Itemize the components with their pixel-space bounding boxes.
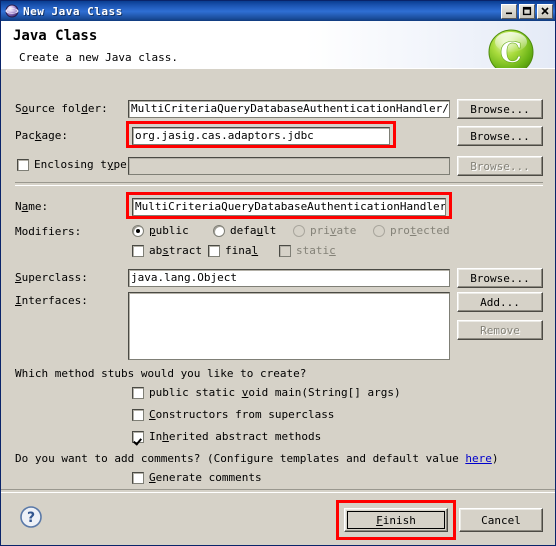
cancel-button[interactable]: Cancel <box>459 508 543 532</box>
configure-templates-link[interactable]: here <box>465 452 492 465</box>
svg-text:C: C <box>500 36 522 69</box>
interfaces-add-button[interactable]: Add... <box>457 292 543 312</box>
modifier-checkbox-static: static <box>279 244 336 257</box>
interfaces-add-label: Add... <box>480 295 520 309</box>
help-question-icon[interactable]: ? <box>19 505 43 529</box>
enclosing-type-browse-button: Browse... <box>457 156 543 176</box>
superclass-label: Superclass: <box>15 271 88 284</box>
interfaces-list[interactable] <box>128 292 450 360</box>
package-input[interactable]: org.jasig.cas.adaptors.jdbc <box>132 127 390 145</box>
final-checkbox[interactable] <box>208 244 220 257</box>
stub-option-inherited[interactable]: Inherited abstract methods <box>132 430 321 443</box>
modifier-radio-default[interactable]: default <box>213 224 276 237</box>
source-folder-browse-button[interactable]: Browse... <box>457 99 543 119</box>
finish-label: Finish <box>376 513 416 527</box>
interfaces-remove-button: Remove <box>457 320 543 340</box>
inherited-abstract-checkbox[interactable] <box>132 430 144 443</box>
java-wizard-globe-icon <box>5 4 19 18</box>
modifier-radio-protected: protected <box>373 224 450 237</box>
superclass-input[interactable]: java.lang.Object <box>128 269 450 287</box>
enclosing-type-row[interactable]: Enclosing type: <box>17 158 133 171</box>
comments-question-prefix: Do you want to add comments? (Configure … <box>15 452 466 465</box>
generate-comments-row[interactable]: Generate comments <box>132 471 262 484</box>
interfaces-label: Interfaces: <box>15 294 88 307</box>
finish-button[interactable]: Finish <box>344 508 448 532</box>
generate-comments-checkbox[interactable] <box>132 471 144 484</box>
constructors-checkbox[interactable] <box>132 408 144 421</box>
close-button[interactable] <box>537 3 553 19</box>
method-stubs-question: Which method stubs would you like to cre… <box>15 367 307 380</box>
modifiers-label: Modifiers: <box>15 225 82 238</box>
name-label: Name: <box>15 200 49 213</box>
package-browse-label: Browse... <box>470 129 530 143</box>
stub-option-constructors[interactable]: Constructors from superclass <box>132 408 334 421</box>
title-bar: New Java Class <box>1 1 555 21</box>
dialog-content: Source folder: MultiCriteriaQueryDatabas… <box>1 72 555 489</box>
enclosing-type-browse-label: Browse... <box>470 159 530 173</box>
interfaces-remove-label: Remove <box>480 323 520 337</box>
modifier-checkbox-final[interactable]: final <box>208 244 258 257</box>
comments-question-suffix: ) <box>491 452 499 465</box>
svg-text:?: ? <box>27 510 35 526</box>
banner-subtitle: Create a new Java class. <box>19 51 178 64</box>
minimize-button[interactable] <box>501 3 517 19</box>
source-folder-browse-label: Browse... <box>470 102 530 116</box>
source-folder-input[interactable]: MultiCriteriaQueryDatabaseAuthentication… <box>128 100 450 118</box>
private-radio <box>293 224 305 237</box>
public-radio[interactable] <box>132 224 144 237</box>
new-java-class-dialog: New Java Class Java Class Create a new J… <box>0 0 556 546</box>
main-method-checkbox[interactable] <box>132 386 144 399</box>
maximize-button[interactable] <box>519 3 535 19</box>
footer-separator <box>1 489 555 493</box>
superclass-browse-label: Browse... <box>470 271 530 285</box>
banner-title: Java Class <box>13 28 98 44</box>
modifier-radio-private: private <box>293 224 356 237</box>
section-separator-1 <box>15 182 543 186</box>
package-label: Package: <box>15 129 68 142</box>
name-input[interactable]: MultiCriteriaQueryDatabaseAuthentication… <box>132 198 446 216</box>
enclosing-type-checkbox[interactable] <box>17 158 29 171</box>
protected-radio <box>373 224 385 237</box>
static-checkbox <box>279 244 291 257</box>
cancel-label: Cancel <box>481 513 521 527</box>
source-folder-label: Source folder: <box>15 102 108 115</box>
abstract-checkbox[interactable] <box>132 244 144 257</box>
stub-option-main[interactable]: public static void main(String[] args) <box>132 386 401 399</box>
modifier-radio-public[interactable]: public <box>132 224 189 237</box>
superclass-browse-button[interactable]: Browse... <box>457 268 543 288</box>
package-browse-button[interactable]: Browse... <box>457 126 543 146</box>
enclosing-type-input[interactable] <box>128 157 450 175</box>
dialog-footer: ? Finish Cancel <box>1 489 555 545</box>
modifier-checkbox-abstract[interactable]: abstract <box>132 244 202 257</box>
comments-question: Do you want to add comments? (Configure … <box>15 452 498 465</box>
default-radio[interactable] <box>213 224 225 237</box>
window-title: New Java Class <box>23 4 123 18</box>
